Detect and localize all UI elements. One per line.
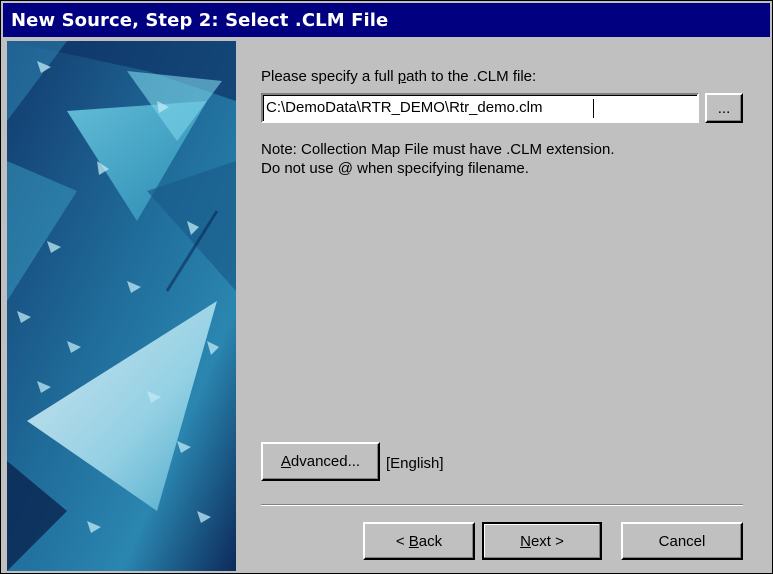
back-label-rest: ack [418, 532, 443, 550]
path-prompt-accelerator: p [397, 68, 407, 85]
browse-button-label: ... [717, 99, 731, 117]
language-label: [English] [386, 455, 444, 472]
back-arrow: < [395, 532, 409, 550]
clm-path-value: C:\DemoData\RTR_DEMO\Rtr_demo.clm [266, 99, 543, 116]
advanced-button-label: Advanced... [281, 453, 360, 470]
path-prompt-text-start: Please specify a full [261, 68, 398, 85]
advanced-label-rest: dvanced... [290, 453, 361, 470]
back-button[interactable]: < Back [363, 522, 475, 560]
next-accelerator: N [520, 532, 531, 550]
wizard-side-image [7, 41, 236, 571]
wizard-dialog: New Source, Step 2: Select .CLM File Ple… [0, 0, 773, 574]
title-bar[interactable]: New Source, Step 2: Select .CLM File [3, 3, 770, 37]
back-accelerator: B [408, 532, 419, 550]
window-title: New Source, Step 2: Select .CLM File [11, 10, 389, 31]
path-prompt-text-end: ath to the .CLM file: [406, 68, 537, 85]
next-button[interactable]: Next > [482, 522, 602, 560]
next-label-rest: ext > [530, 532, 564, 550]
cancel-button-label: Cancel [658, 532, 706, 550]
separator-highlight [261, 505, 743, 506]
browse-button[interactable]: ... [705, 93, 743, 123]
text-caret [593, 99, 594, 118]
advanced-accelerator: A [280, 453, 291, 470]
path-prompt-label: Please specify a full path to the .CLM f… [261, 68, 536, 85]
decorative-triangles-image [7, 41, 236, 571]
note-line-2: Do not use @ when specifying filename. [261, 160, 529, 177]
next-button-label: Next > [520, 533, 564, 550]
advanced-button[interactable]: Advanced... [261, 442, 380, 481]
clm-path-input[interactable]: C:\DemoData\RTR_DEMO\Rtr_demo.clm [261, 93, 699, 123]
back-button-label: < Back [396, 533, 442, 550]
note-line-1: Note: Collection Map File must have .CLM… [261, 141, 615, 158]
cancel-button[interactable]: Cancel [621, 522, 743, 560]
